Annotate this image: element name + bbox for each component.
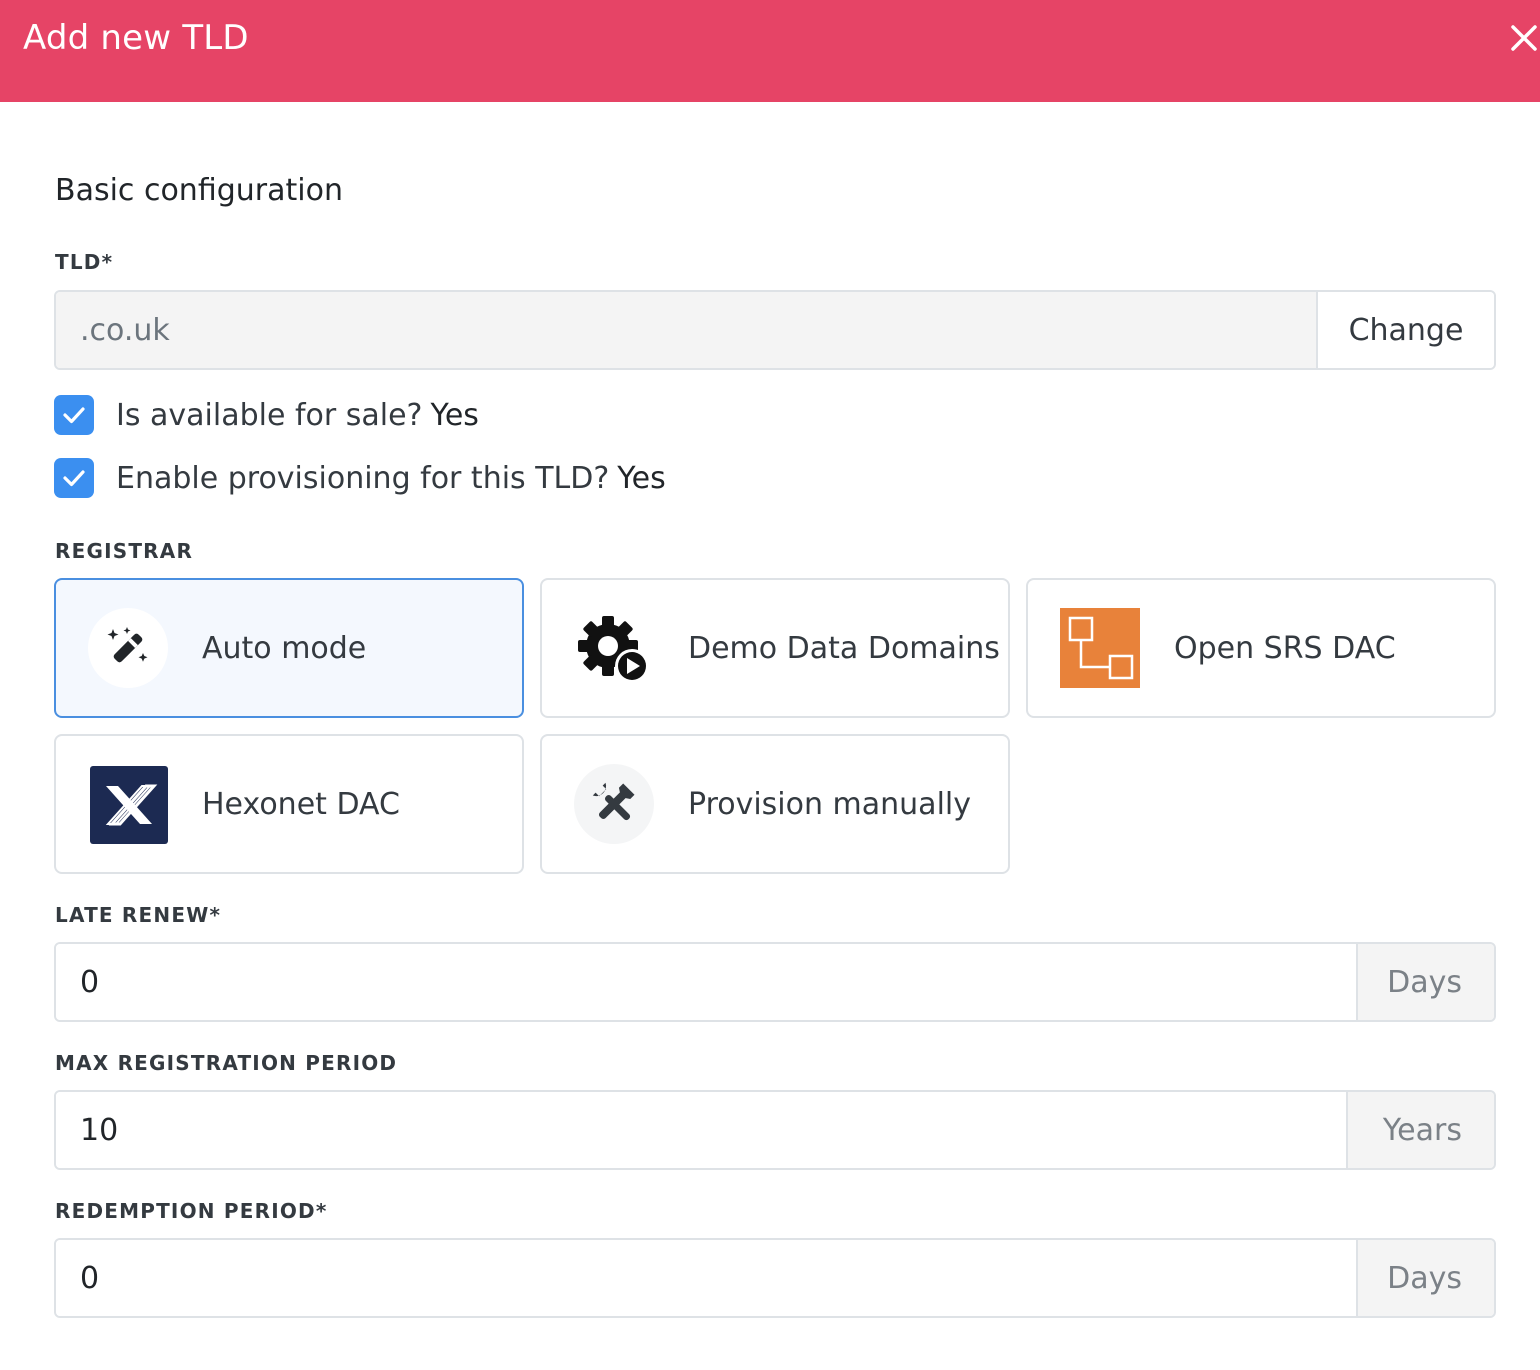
available-for-sale-row: Is available for sale? Yes bbox=[54, 394, 479, 436]
enable-provisioning-text: Enable provisioning for this TLD? bbox=[116, 460, 610, 496]
close-icon bbox=[1511, 25, 1537, 51]
max-registration-label: MAX REGISTRATION PERIOD bbox=[55, 1051, 398, 1075]
checkmark-icon bbox=[63, 470, 85, 487]
registrar-label: REGISTRAR bbox=[55, 539, 194, 563]
max-registration-unit: Years bbox=[1346, 1092, 1494, 1168]
modal-header: Add new TLD bbox=[0, 0, 1540, 102]
redemption-input-group: Days bbox=[54, 1238, 1496, 1318]
close-button[interactable] bbox=[1504, 18, 1540, 58]
tools-icon bbox=[574, 764, 654, 844]
registrar-option-label: Demo Data Domains bbox=[688, 631, 1000, 666]
enable-provisioning-row: Enable provisioning for this TLD? Yes bbox=[54, 457, 666, 499]
enable-provisioning-value: Yes bbox=[617, 460, 666, 496]
opensrs-logo bbox=[1060, 608, 1140, 688]
registrar-option-provision-manually[interactable]: Provision manually bbox=[540, 734, 1010, 874]
magic-wand-icon bbox=[88, 608, 168, 688]
tld-label: TLD* bbox=[55, 250, 114, 274]
late-renew-input-group: Days bbox=[54, 942, 1496, 1022]
late-renew-unit: Days bbox=[1356, 944, 1494, 1020]
redemption-label: REDEMPTION PERIOD* bbox=[55, 1199, 328, 1223]
redemption-unit: Days bbox=[1356, 1240, 1494, 1316]
tld-input[interactable] bbox=[56, 292, 1316, 368]
available-for-sale-text: Is available for sale? bbox=[116, 397, 423, 433]
tld-input-group: Change bbox=[54, 290, 1496, 370]
hexonet-logo bbox=[90, 766, 168, 844]
registrar-option-label: Hexonet DAC bbox=[202, 787, 400, 822]
gear-play-icon bbox=[574, 608, 654, 688]
registrar-option-demo-data-domains[interactable]: Demo Data Domains bbox=[540, 578, 1010, 718]
late-renew-input[interactable] bbox=[56, 944, 1356, 1020]
redemption-input[interactable] bbox=[56, 1240, 1356, 1316]
registrar-option-auto-mode[interactable]: Auto mode bbox=[54, 578, 524, 718]
available-for-sale-checkbox[interactable] bbox=[54, 395, 94, 435]
registrar-option-open-srs-dac[interactable]: Open SRS DAC bbox=[1026, 578, 1496, 718]
available-for-sale-value: Yes bbox=[430, 397, 479, 433]
registrar-option-label: Provision manually bbox=[688, 787, 971, 822]
change-button[interactable]: Change bbox=[1316, 292, 1494, 368]
section-title: Basic configuration bbox=[55, 173, 343, 208]
late-renew-label: LATE RENEW* bbox=[55, 903, 222, 927]
registrar-option-label: Auto mode bbox=[202, 631, 367, 666]
checkmark-icon bbox=[63, 407, 85, 424]
modal-title: Add new TLD bbox=[23, 18, 249, 58]
max-registration-input[interactable] bbox=[56, 1092, 1346, 1168]
enable-provisioning-checkbox[interactable] bbox=[54, 458, 94, 498]
enable-provisioning-label: Enable provisioning for this TLD? Yes bbox=[116, 461, 666, 496]
max-registration-input-group: Years bbox=[54, 1090, 1496, 1170]
available-for-sale-label: Is available for sale? Yes bbox=[116, 398, 479, 433]
registrar-option-hexonet-dac[interactable]: Hexonet DAC bbox=[54, 734, 524, 874]
registrar-option-label: Open SRS DAC bbox=[1174, 631, 1396, 666]
